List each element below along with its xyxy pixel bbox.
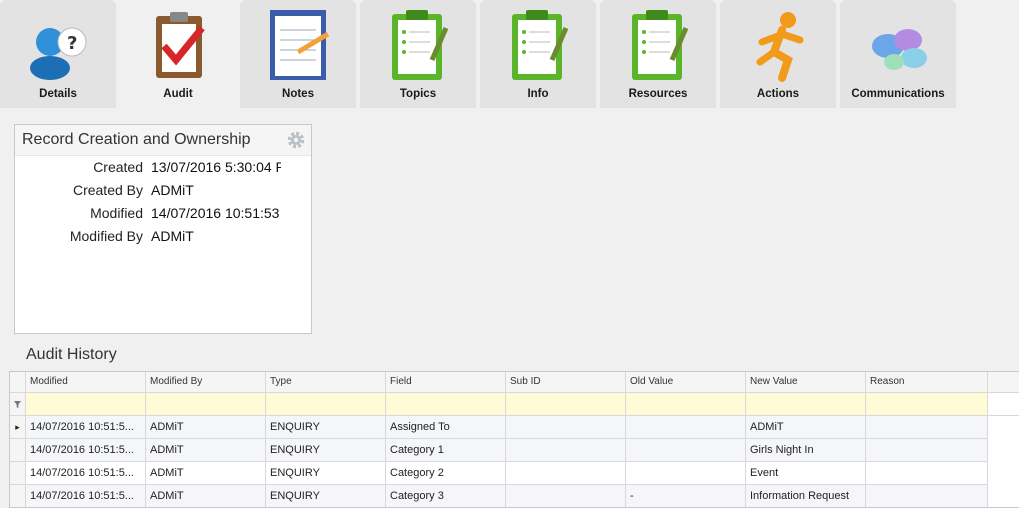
filter-cell-reason[interactable] [866, 393, 988, 416]
cell-sub-id[interactable] [506, 462, 626, 485]
cell-field[interactable]: Assigned To [386, 416, 506, 439]
tab-topics[interactable]: Topics [360, 0, 476, 108]
table-row[interactable]: 14/07/2016 10:51:5... ADMiT ENQUIRY Cate… [10, 485, 1019, 507]
cell-new-value[interactable]: Information Request [746, 485, 866, 507]
row-indicator-header [10, 372, 26, 393]
cell-modified[interactable]: 14/07/2016 10:51:5... [26, 439, 146, 462]
tab-strip: ? Details Audit Notes Topics Info Resour… [0, 0, 1019, 109]
row-indicator [10, 485, 26, 507]
field-modified-by: Modified By ADMiT [69, 228, 194, 244]
panel-title: Record Creation and Ownership [22, 131, 251, 148]
column-header-reason[interactable]: Reason [866, 372, 988, 393]
tab-resources[interactable]: Resources [600, 0, 716, 108]
person-question-icon: ? [28, 6, 90, 82]
cell-modified-by[interactable]: ADMiT [146, 485, 266, 507]
speech-bubbles-icon [868, 6, 930, 82]
panel-header: Record Creation and Ownership [15, 125, 311, 156]
column-header-type[interactable]: Type [266, 372, 386, 393]
cell-modified-by[interactable]: ADMiT [146, 416, 266, 439]
filter-cell-sub-id[interactable] [506, 393, 626, 416]
audit-history-grid: Modified Modified By Type Field Sub ID O… [9, 371, 1019, 508]
gear-icon[interactable] [286, 130, 306, 150]
cell-modified-by[interactable]: ADMiT [146, 462, 266, 485]
row-selected-indicator: ▸ [10, 416, 26, 439]
record-ownership-panel: Record Creation and Ownership Created 13… [14, 124, 312, 334]
svg-text:?: ? [67, 33, 77, 54]
column-header-modified-by[interactable]: Modified By [146, 372, 266, 393]
green-clipboard-icon [508, 6, 570, 82]
cell-sub-id[interactable] [506, 439, 626, 462]
tab-actions[interactable]: Actions [720, 0, 836, 108]
audit-history-title: Audit History [26, 346, 117, 363]
filter-spacer [988, 393, 1019, 416]
green-clipboard-icon [388, 6, 450, 82]
table-row[interactable]: ▸ 14/07/2016 10:51:5... ADMiT ENQUIRY As… [10, 416, 1019, 439]
cell-new-value[interactable]: Girls Night In [746, 439, 866, 462]
cell-field[interactable]: Category 1 [386, 439, 506, 462]
cell-old-value[interactable] [626, 462, 746, 485]
cell-reason[interactable] [866, 462, 988, 485]
filter-cell-old-value[interactable] [626, 393, 746, 416]
column-header-modified[interactable]: Modified [26, 372, 146, 393]
tab-audit[interactable]: Audit [120, 0, 236, 109]
cell-new-value[interactable]: Event [746, 462, 866, 485]
cell-reason[interactable] [866, 416, 988, 439]
running-man-icon [748, 6, 810, 82]
column-header-sub-id[interactable]: Sub ID [506, 372, 626, 393]
grid-header: Modified Modified By Type Field Sub ID O… [10, 372, 1019, 395]
filter-cell-type[interactable] [266, 393, 386, 416]
tab-communications[interactable]: Communications [840, 0, 956, 108]
green-clipboard-icon [628, 6, 690, 82]
filter-cell-modified-by[interactable] [146, 393, 266, 416]
row-indicator [10, 462, 26, 485]
cell-modified[interactable]: 14/07/2016 10:51:5... [26, 462, 146, 485]
cell-reason[interactable] [866, 439, 988, 462]
cell-old-value[interactable] [626, 439, 746, 462]
cell-type[interactable]: ENQUIRY [266, 416, 386, 439]
column-header-old-value[interactable]: Old Value [626, 372, 746, 393]
filter-cell-new-value[interactable] [746, 393, 866, 416]
field-created-by: Created By ADMiT [72, 182, 194, 198]
row-indicator [10, 439, 26, 462]
tab-info[interactable]: Info [480, 0, 596, 108]
clipboard-check-icon [148, 6, 210, 82]
cell-field[interactable]: Category 2 [386, 462, 506, 485]
cell-field[interactable]: Category 3 [386, 485, 506, 507]
column-header-field[interactable]: Field [386, 372, 506, 393]
cell-type[interactable]: ENQUIRY [266, 462, 386, 485]
table-row[interactable]: 14/07/2016 10:51:5... ADMiT ENQUIRY Cate… [10, 439, 1019, 462]
cell-reason[interactable] [866, 485, 988, 507]
notepad-pencil-icon [268, 6, 330, 82]
cell-modified[interactable]: 14/07/2016 10:51:5... [26, 416, 146, 439]
table-row[interactable]: 14/07/2016 10:51:5... ADMiT ENQUIRY Cate… [10, 462, 1019, 485]
tab-details[interactable]: ? Details [0, 0, 116, 108]
funnel-icon[interactable] [10, 393, 26, 416]
cell-sub-id[interactable] [506, 416, 626, 439]
cell-modified[interactable]: 14/07/2016 10:51:5... [26, 485, 146, 507]
cell-new-value[interactable]: ADMiT [746, 416, 866, 439]
cell-type[interactable]: ENQUIRY [266, 485, 386, 507]
cell-type[interactable]: ENQUIRY [266, 439, 386, 462]
column-header-spacer [988, 372, 1019, 393]
filter-row [10, 393, 1019, 416]
filter-cell-modified[interactable] [26, 393, 146, 416]
field-created: Created 13/07/2016 5:30:04 PM [93, 159, 281, 175]
column-header-new-value[interactable]: New Value [746, 372, 866, 393]
tab-notes[interactable]: Notes [240, 0, 356, 108]
filter-cell-field[interactable] [386, 393, 506, 416]
cell-modified-by[interactable]: ADMiT [146, 439, 266, 462]
field-modified: Modified 14/07/2016 10:51:53 AM [90, 205, 281, 221]
cell-sub-id[interactable] [506, 485, 626, 507]
cell-old-value[interactable] [626, 416, 746, 439]
cell-old-value[interactable]: - [626, 485, 746, 507]
